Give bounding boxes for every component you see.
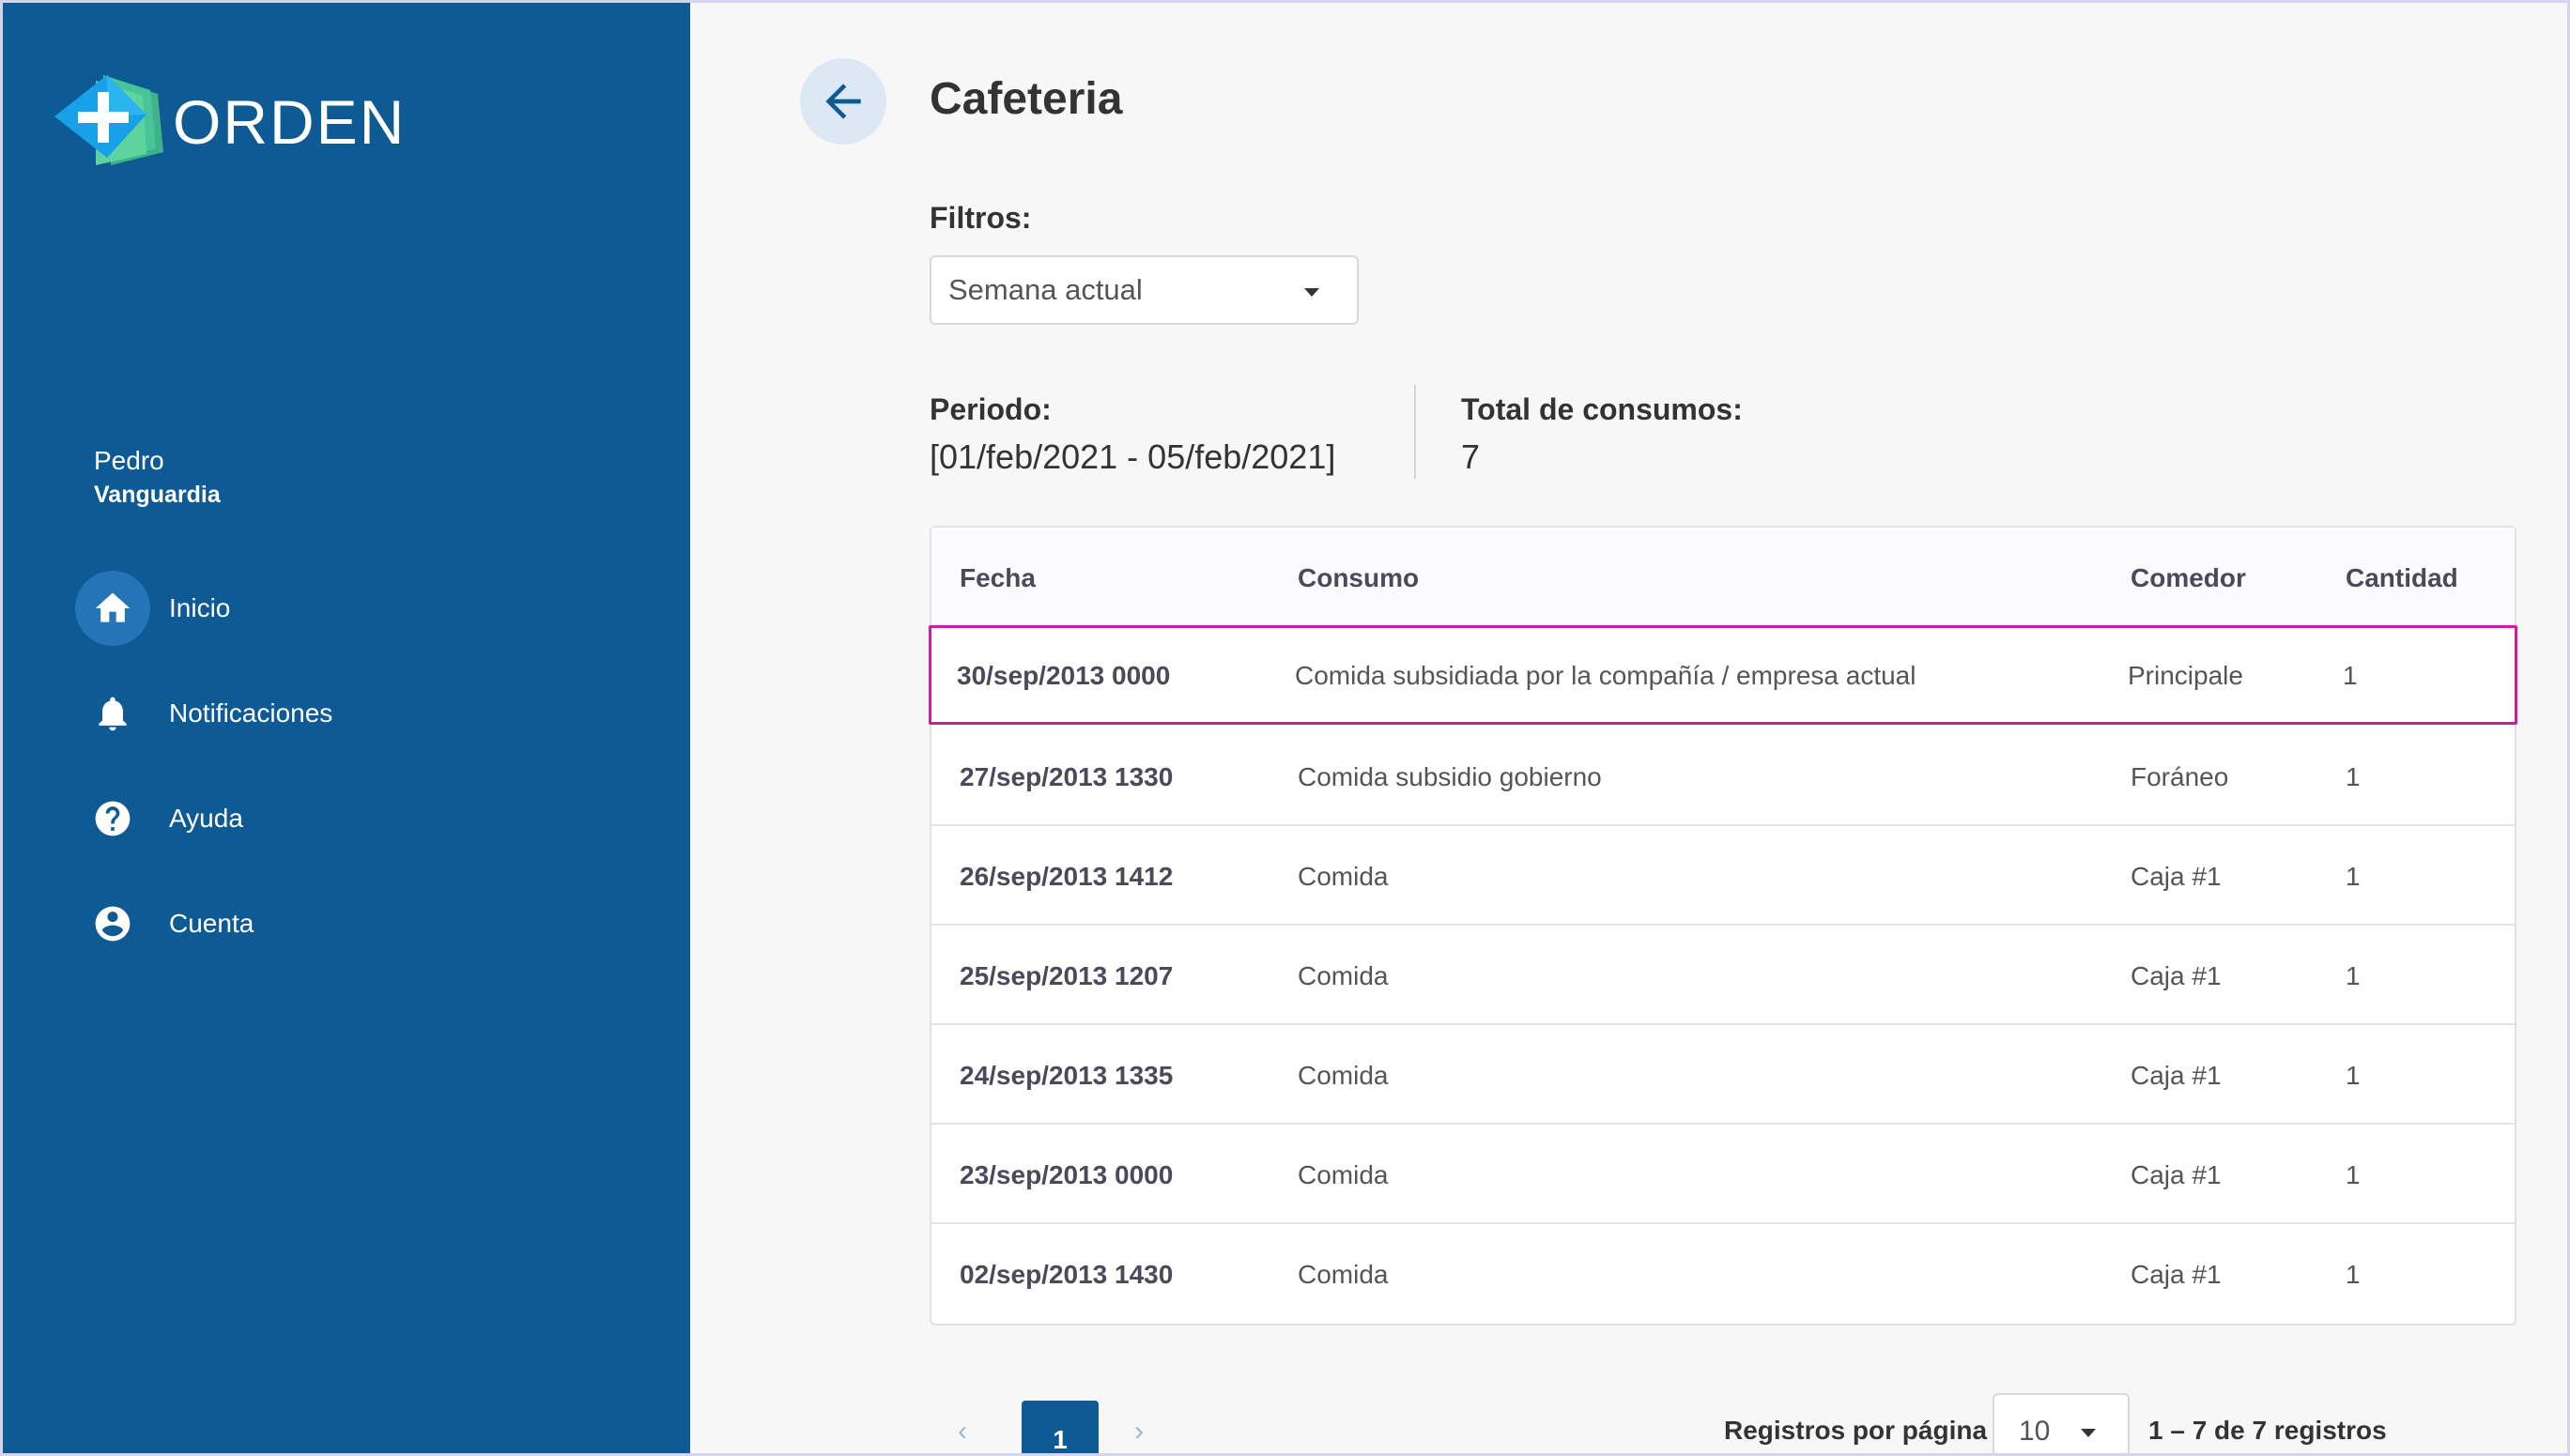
cell-comedor: Foráneo: [2131, 762, 2229, 791]
cell-cantidad: 1: [2346, 961, 2361, 990]
cell-comedor: Caja #1: [2131, 1061, 2222, 1090]
arrow-back-icon: [825, 84, 861, 119]
table-row[interactable]: 25/sep/2013 1207 Comida Caja #1 1: [931, 926, 2515, 1025]
table-row[interactable]: 27/sep/2013 1330 Comida subsidio gobiern…: [931, 727, 2515, 826]
sidebar-item-label: Notificaciones: [169, 698, 333, 728]
cell-comedor: Caja #1: [2131, 862, 2222, 891]
cell-consumo: Comida: [1298, 1160, 1389, 1189]
cell-cantidad: 1: [2346, 862, 2361, 891]
sidebar-item-inicio[interactable]: Inicio: [75, 571, 639, 646]
logo-plus-icon: [53, 75, 173, 169]
cell-fecha: 02/sep/2013 1430: [960, 1260, 1174, 1289]
sidebar-item-notificaciones[interactable]: Notificaciones: [75, 676, 639, 751]
cell-consumo: Comida subsidio gobierno: [1298, 762, 1602, 791]
sidebar: ORDEN Pedro Vanguardia Inicio Notificaci…: [0, 0, 690, 1456]
chevron-down-icon: [2081, 1429, 2096, 1437]
user-first-name: Pedro: [94, 446, 164, 475]
cell-consumo: Comida: [1298, 1061, 1389, 1090]
table-row[interactable]: 30/sep/2013 0000 Comida subsidiada por l…: [929, 625, 2517, 725]
rows-per-page-value: 10: [2019, 1416, 2051, 1447]
sidebar-nav: Inicio Notificaciones Ayuda Cuenta: [75, 571, 639, 991]
account-icon: [75, 886, 150, 961]
cell-consumo: Comida: [1298, 961, 1389, 990]
cell-fecha: 25/sep/2013 1207: [960, 961, 1174, 990]
period-filter-select[interactable]: Semana actual: [930, 255, 1359, 325]
rows-per-page-select[interactable]: 10: [1993, 1393, 2130, 1456]
cell-comedor: Caja #1: [2131, 961, 2222, 990]
total-label: Total de consumos:: [1461, 392, 1743, 426]
table-row[interactable]: 23/sep/2013 0000 Comida Caja #1 1: [931, 1125, 2515, 1224]
app-logo[interactable]: ORDEN: [53, 75, 409, 169]
cell-cantidad: 1: [2346, 1160, 2361, 1189]
table-row[interactable]: 24/sep/2013 1335 Comida Caja #1 1: [931, 1025, 2515, 1125]
cell-fecha: 24/sep/2013 1335: [960, 1061, 1174, 1090]
bell-icon: [75, 676, 150, 751]
cell-consumo: Comida subsidiada por la compañía / empr…: [1295, 661, 1916, 690]
table-header: Fecha Consumo Comedor Cantidad: [931, 528, 2515, 627]
summary-divider: [1414, 385, 1416, 479]
pagination-range-text: 1 – 7 de 7 registros: [2148, 1416, 2387, 1445]
user-last-name: Vanguardia: [94, 482, 221, 508]
chevron-down-icon: [1304, 288, 1319, 297]
help-icon: [75, 781, 150, 856]
sidebar-item-label: Ayuda: [169, 804, 243, 833]
home-icon: [75, 571, 150, 646]
period-filter-value: Semana actual: [948, 273, 1143, 306]
cell-cantidad: 1: [2346, 1260, 2361, 1289]
cell-comedor: Caja #1: [2131, 1160, 2222, 1189]
column-header-cantidad[interactable]: Cantidad: [2346, 563, 2458, 593]
sidebar-item-cuenta[interactable]: Cuenta: [75, 886, 639, 961]
cell-fecha: 23/sep/2013 0000: [960, 1160, 1174, 1189]
pagination-next-button[interactable]: ›: [1134, 1416, 1144, 1448]
sidebar-item-ayuda[interactable]: Ayuda: [75, 781, 639, 856]
user-info: Pedro Vanguardia: [94, 443, 221, 511]
pagination-page-1[interactable]: 1: [1022, 1401, 1099, 1456]
column-header-fecha[interactable]: Fecha: [960, 563, 1036, 593]
logo-text: ORDEN: [173, 87, 407, 157]
cell-comedor: Caja #1: [2131, 1260, 2222, 1289]
cell-cantidad: 1: [2346, 1061, 2361, 1090]
cell-consumo: Comida: [1298, 1260, 1389, 1289]
filters-label: Filtros:: [930, 201, 1032, 235]
cell-fecha: 26/sep/2013 1412: [960, 862, 1174, 891]
periodo-value: [01/feb/2021 - 05/feb/2021]: [930, 437, 1336, 476]
cell-cantidad: 1: [2346, 762, 2361, 791]
column-header-consumo[interactable]: Consumo: [1298, 563, 1419, 593]
back-button[interactable]: [800, 58, 886, 145]
cell-comedor: Principale: [2128, 661, 2243, 690]
table-row[interactable]: 02/sep/2013 1430 Comida Caja #1 1: [931, 1224, 2515, 1324]
cell-fecha: 30/sep/2013 0000: [957, 661, 1171, 690]
column-header-comedor[interactable]: Comedor: [2131, 563, 2246, 593]
page-title: Cafeteria: [930, 74, 1123, 124]
total-value: 7: [1461, 437, 1481, 476]
table-row[interactable]: 26/sep/2013 1412 Comida Caja #1 1: [931, 826, 2515, 926]
cell-fecha: 27/sep/2013 1330: [960, 762, 1174, 791]
cell-consumo: Comida: [1298, 862, 1389, 891]
rows-per-page-label: Registros por página: [1724, 1416, 1988, 1445]
consumption-table: Fecha Consumo Comedor Cantidad 30/sep/20…: [929, 526, 2517, 1326]
sidebar-item-label: Cuenta: [169, 909, 254, 938]
sidebar-item-label: Inicio: [169, 593, 231, 622]
cell-cantidad: 1: [2343, 661, 2358, 690]
pagination-prev-button[interactable]: ‹: [958, 1416, 967, 1448]
periodo-label: Periodo:: [930, 392, 1052, 426]
